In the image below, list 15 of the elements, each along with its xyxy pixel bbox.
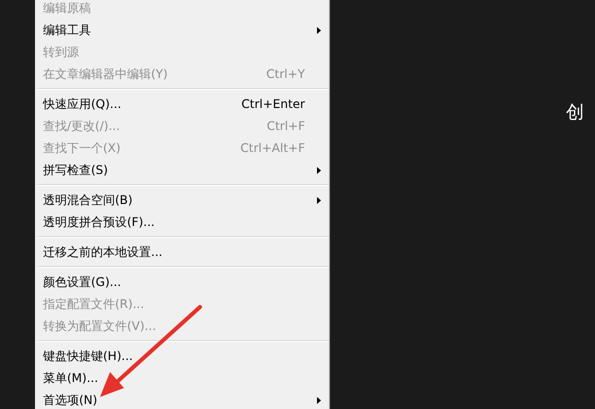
menu-item[interactable]: 拼写检查(S) — [35, 159, 329, 181]
menu-item[interactable]: 首选项(N) — [35, 389, 329, 409]
menu-item[interactable]: 迁移之前的本地设置... — [35, 241, 329, 263]
menu-item[interactable]: 透明混合空间(B) — [35, 189, 329, 211]
menu-item[interactable]: 颜色设置(G)... — [35, 271, 329, 293]
shortcut-text: Ctrl+Enter — [241, 97, 305, 111]
menu-item[interactable]: 键盘快捷键(H)... — [35, 345, 329, 367]
shortcut-text: Ctrl+F — [266, 119, 305, 133]
canvas-text: 创 — [566, 102, 584, 123]
menu-item[interactable]: 快速应用(Q)... Ctrl+Enter — [35, 93, 329, 115]
menu-item[interactable]: 编辑工具 — [35, 19, 329, 41]
shortcut-text: Ctrl+Alt+F — [240, 141, 305, 155]
menu-item[interactable]: 透明度拼合预设(F)... — [35, 211, 329, 233]
shortcut-text: Ctrl+Y — [266, 67, 305, 81]
menu-item[interactable]: 菜单(M)... — [35, 367, 329, 389]
